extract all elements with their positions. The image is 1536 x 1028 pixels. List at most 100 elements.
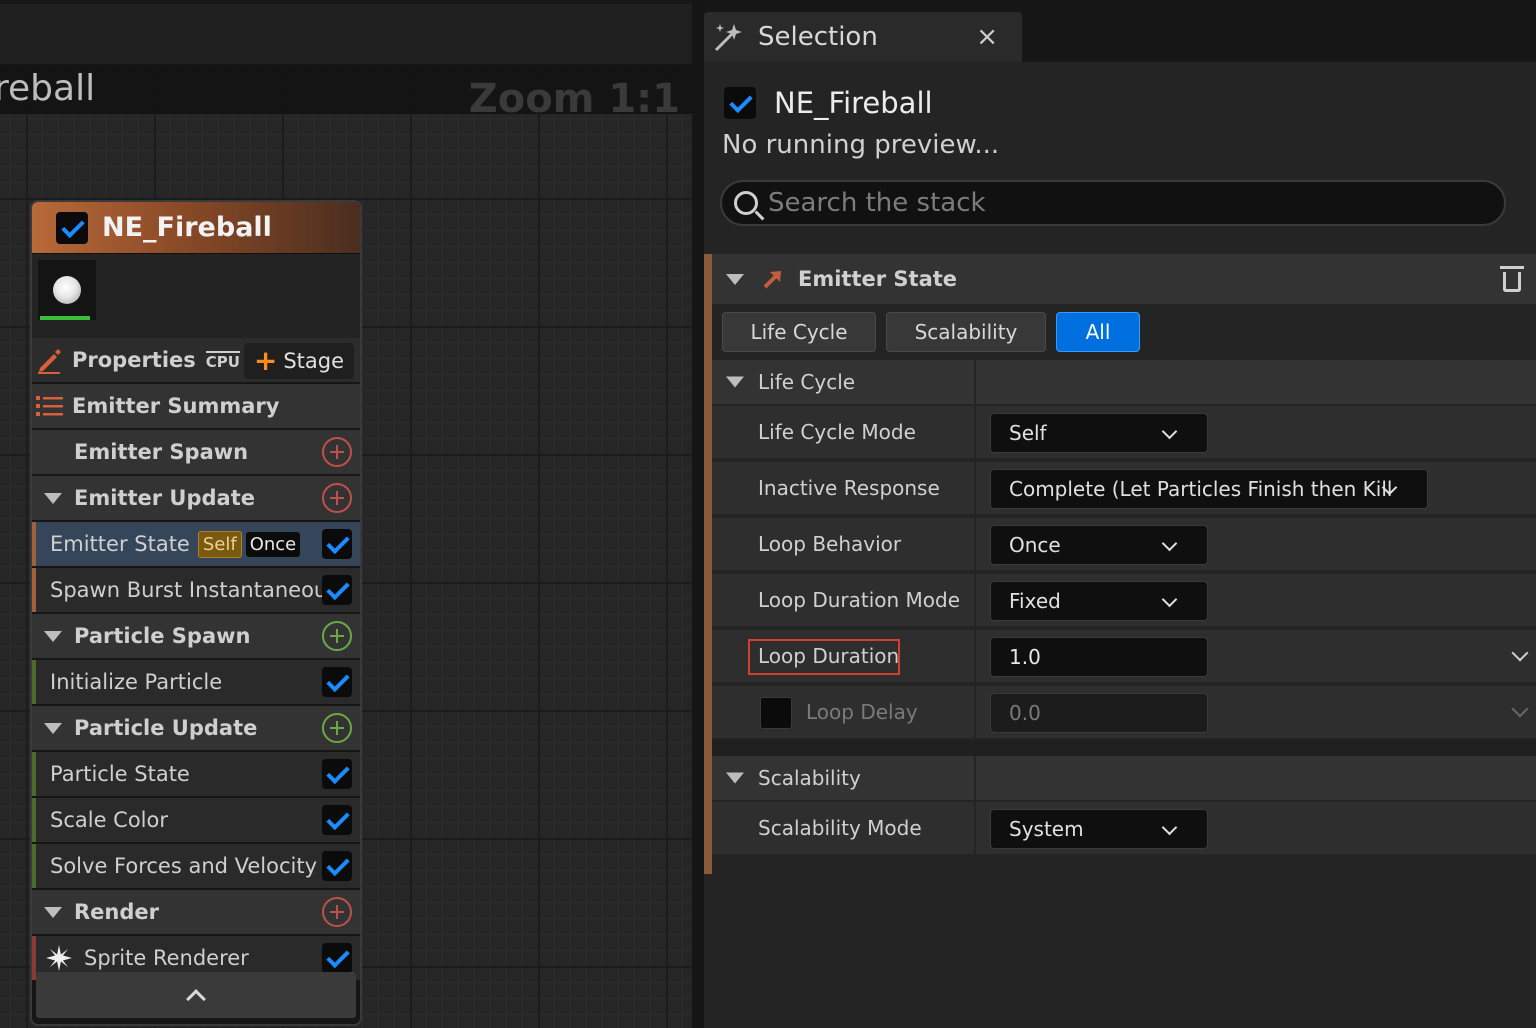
graph-toolbar	[0, 0, 692, 64]
row-label: Emitter Spawn	[74, 440, 249, 464]
property-row: Inactive Response Complete (Let Particles…	[712, 462, 1536, 516]
panel-divider[interactable]	[692, 0, 704, 1028]
dropdown-value: Once	[1009, 533, 1061, 557]
category-row[interactable]: Scalability	[712, 756, 1536, 802]
stack-group-row[interactable]: Emitter Update	[32, 476, 360, 522]
node-title: NE_Fireball	[102, 212, 272, 243]
property-row: Loop Duration 1.0	[712, 630, 1536, 684]
chevron-down-icon[interactable]	[1511, 700, 1529, 718]
thumbnail-status-bar	[40, 316, 90, 320]
collapse-triangle-icon[interactable]	[44, 630, 62, 642]
add-module-icon[interactable]	[322, 897, 352, 927]
magic-wand-icon	[714, 24, 742, 52]
emitter-name-row: NE_Fireball	[724, 86, 933, 120]
module-enabled-checkbox[interactable]	[322, 667, 352, 697]
filter-button[interactable]: Life Cycle	[722, 312, 876, 352]
stack-module-row[interactable]: Emitter State Self Once	[32, 522, 360, 568]
property-label: Scalability Mode	[758, 816, 922, 840]
module-enabled-checkbox[interactable]	[322, 943, 352, 973]
collapse-triangle-icon[interactable]	[44, 492, 62, 504]
emitter-thumbnail[interactable]	[38, 260, 96, 320]
collapse-triangle-icon[interactable]	[726, 772, 744, 784]
expand-triangle-icon[interactable]	[726, 273, 744, 285]
pencil-icon	[38, 349, 61, 374]
graph-canvas[interactable]: reball Zoom 1:1 NE_Fireball Properties C…	[0, 0, 692, 1028]
module-enabled-checkbox[interactable]	[322, 851, 352, 881]
trash-icon[interactable]	[1500, 264, 1524, 294]
emitter-enabled-checkbox-panel[interactable]	[724, 87, 756, 119]
stack-group-row[interactable]: Emitter Spawn	[32, 430, 360, 476]
filter-button[interactable]: Scalability	[886, 312, 1046, 352]
module-enabled-checkbox[interactable]	[322, 805, 352, 835]
property-dropdown[interactable]: Fixed	[990, 581, 1208, 621]
module-enabled-checkbox[interactable]	[322, 759, 352, 789]
stack-group-row[interactable]: Emitter Summary	[32, 384, 360, 430]
plus-icon: +	[253, 344, 278, 377]
stack-group-row[interactable]: Particle Spawn	[32, 614, 360, 660]
row-label: Emitter State	[50, 532, 190, 556]
category-row[interactable]: Life Cycle	[712, 360, 1536, 406]
close-icon[interactable]: ×	[976, 22, 998, 52]
property-label: Loop Behavior	[758, 532, 902, 556]
property-dropdown[interactable]: Self	[990, 413, 1208, 453]
row-label: Sprite Renderer	[84, 946, 249, 970]
add-stage-button[interactable]: + Stage	[243, 343, 354, 379]
stack-module-row[interactable]: Particle State	[32, 752, 360, 798]
dropdown-value: Self	[1009, 421, 1047, 445]
emitter-enabled-checkbox[interactable]	[56, 211, 88, 244]
collapse-triangle-icon[interactable]	[726, 376, 744, 388]
add-module-icon[interactable]	[322, 713, 352, 743]
emitter-name: NE_Fireball	[774, 86, 933, 120]
filter-row: Life Cycle Scalability All	[712, 304, 1536, 360]
stack-view: Emitter State Life Cycle Scalability All L…	[704, 254, 1536, 876]
tab-selection[interactable]: Selection ×	[704, 12, 1022, 62]
row-label: Initialize Particle	[50, 670, 223, 694]
module-enabled-checkbox[interactable]	[322, 575, 352, 605]
property-label: Loop Delay	[806, 700, 918, 724]
property-dropdown[interactable]: Complete (Let Particles Finish then Kill	[990, 469, 1428, 509]
cpu-icon: CPU	[205, 350, 240, 371]
node-header[interactable]: NE_Fireball	[32, 202, 360, 254]
section-header-emitter-state[interactable]: Emitter State	[712, 254, 1536, 304]
emitter-node[interactable]: NE_Fireball Properties CPU + Stage Emitt…	[30, 200, 362, 1026]
collapse-triangle-icon[interactable]	[44, 906, 62, 918]
property-label: Loop Duration Mode	[758, 588, 961, 612]
add-module-icon[interactable]	[322, 437, 352, 467]
module-enabled-checkbox[interactable]	[322, 529, 352, 559]
property-label: Inactive Response	[758, 476, 940, 500]
chevron-down-icon	[1161, 819, 1178, 836]
filter-button[interactable]: All	[1056, 312, 1140, 352]
loop-badge: Once	[245, 531, 301, 557]
loop-delay-input[interactable]: 0.0	[990, 693, 1208, 733]
property-row: Loop Duration Mode Fixed	[712, 574, 1536, 628]
add-module-icon[interactable]	[322, 621, 352, 651]
properties-row[interactable]: Properties CPU + Stage	[32, 338, 360, 384]
chevron-down-icon	[1161, 591, 1178, 608]
node-thumbnail-row	[32, 254, 360, 338]
stack-module-row[interactable]: Solve Forces and Velocity	[32, 844, 360, 890]
property-row: Loop Behavior Once	[712, 518, 1536, 572]
row-label: Solve Forces and Velocity	[50, 854, 318, 878]
chevron-down-icon[interactable]	[1511, 644, 1529, 662]
stack-group-row[interactable]: Particle Update	[32, 706, 360, 752]
stack-module-row[interactable]: Scale Color	[32, 798, 360, 844]
search-icon	[734, 191, 758, 215]
add-module-icon[interactable]	[322, 483, 352, 513]
stack-group-row[interactable]: Render	[32, 890, 360, 936]
property-dropdown[interactable]: Once	[990, 525, 1208, 565]
property-dropdown[interactable]: System	[990, 809, 1208, 849]
stack-module-row[interactable]: Initialize Particle	[32, 660, 360, 706]
stack-search-box[interactable]	[720, 180, 1506, 226]
property-row: Loop Delay 0.0	[712, 686, 1536, 740]
property-row: Life Cycle Mode Self	[712, 406, 1536, 460]
search-input[interactable]	[768, 188, 1448, 218]
category-label: Life Cycle	[758, 370, 856, 394]
loop-delay-override-checkbox[interactable]	[760, 697, 792, 729]
section-title: Emitter State	[798, 267, 958, 291]
row-label: Emitter Summary	[72, 394, 280, 418]
collapse-triangle-icon[interactable]	[44, 722, 62, 734]
collapse-node-button[interactable]	[36, 972, 356, 1018]
lifecycle-badge: Self	[197, 530, 242, 558]
loop-duration-input[interactable]: 1.0	[990, 637, 1208, 677]
stack-module-row[interactable]: Spawn Burst Instantaneous	[32, 568, 360, 614]
